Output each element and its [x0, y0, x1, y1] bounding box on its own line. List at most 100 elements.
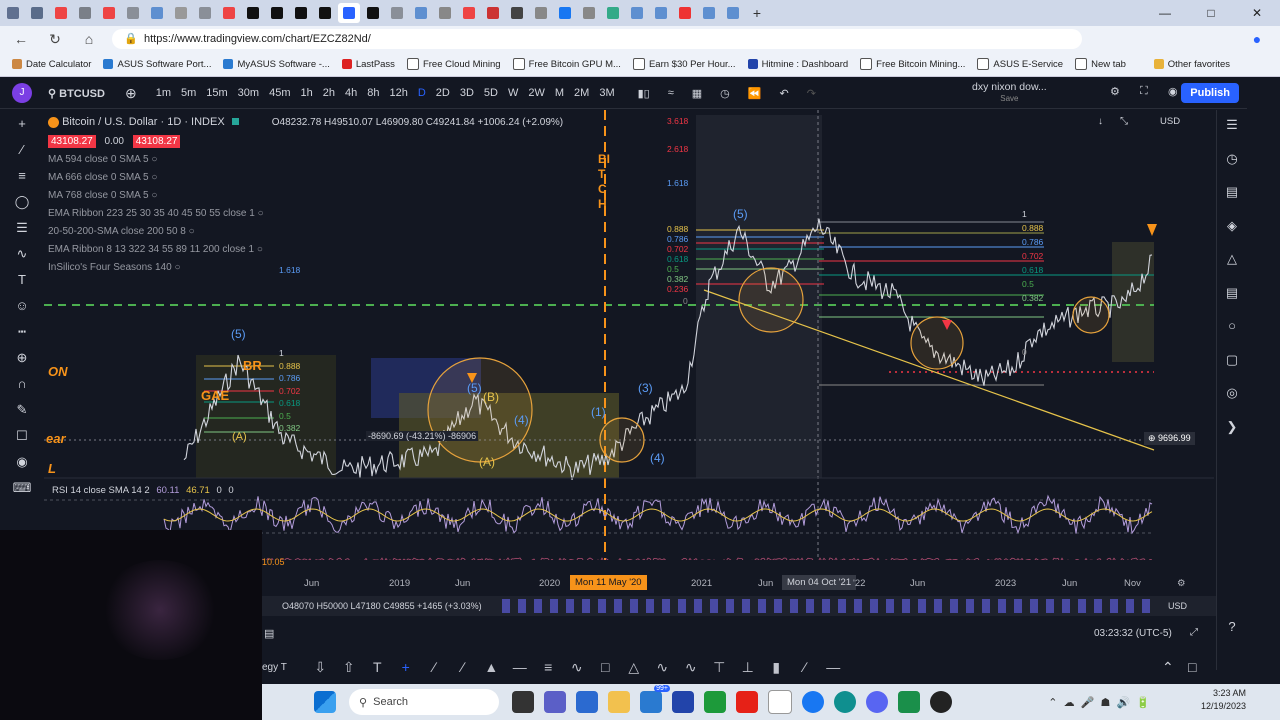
- range-icon[interactable]: ⊤: [705, 659, 734, 676]
- bookmark[interactable]: Earn $30 Per Hour...: [632, 58, 736, 70]
- tab-icon[interactable]: [698, 3, 720, 23]
- alarm-clock-icon[interactable]: ◷: [1217, 144, 1247, 174]
- tab-icon[interactable]: [458, 3, 480, 23]
- hotlist-icon[interactable]: △: [1217, 244, 1247, 274]
- ruler-icon[interactable]: ┅: [10, 320, 34, 344]
- youtube-icon[interactable]: [736, 691, 758, 713]
- tab-icon[interactable]: [482, 3, 504, 23]
- xbox-icon[interactable]: [704, 691, 726, 713]
- facebook-icon[interactable]: [802, 691, 824, 713]
- layouts-icon[interactable]: ▦: [692, 87, 702, 100]
- tab-icon[interactable]: [218, 3, 240, 23]
- calendar-icon[interactable]: ▤: [264, 627, 274, 640]
- hidden-eye-icon[interactable]: ○: [151, 190, 157, 201]
- crosshair-expand-icon[interactable]: ⤡: [1120, 116, 1128, 127]
- tab-icon[interactable]: [410, 3, 432, 23]
- pen-app-icon[interactable]: [672, 691, 694, 713]
- reload-icon[interactable]: ↻: [42, 31, 68, 48]
- pattern-icon[interactable]: ◯: [10, 190, 34, 214]
- pattern-icon[interactable]: ∿: [648, 659, 677, 676]
- timeframe-8h[interactable]: 8h: [367, 87, 379, 99]
- window-icon[interactable]: □: [1188, 659, 1196, 675]
- taskbar-clock[interactable]: 3:23 AM 12/19/2023: [1201, 687, 1246, 713]
- indicator-row[interactable]: MA 594 close 0 SMA 5 ○: [48, 151, 563, 169]
- tab-icon[interactable]: [554, 3, 576, 23]
- tab-icon[interactable]: [578, 3, 600, 23]
- timeframe-1h[interactable]: 1h: [300, 87, 312, 99]
- tab-icon[interactable]: [26, 3, 48, 23]
- tab-icon[interactable]: [722, 3, 744, 23]
- hidden-eye-icon[interactable]: ○: [258, 208, 264, 219]
- tab-icon[interactable]: [314, 3, 336, 23]
- back-icon[interactable]: ←: [8, 31, 34, 47]
- timeframe-5m[interactable]: 5m: [181, 87, 196, 99]
- tab-icon[interactable]: [242, 3, 264, 23]
- discord-icon[interactable]: [866, 691, 888, 713]
- home-icon[interactable]: ⌂: [76, 31, 102, 47]
- plus-icon[interactable]: ⊕: [1148, 433, 1158, 443]
- crosshair-icon[interactable]: +: [392, 659, 421, 675]
- brush-icon[interactable]: ∿: [10, 242, 34, 266]
- magnet-icon[interactable]: ∩: [10, 372, 34, 396]
- expand-icon[interactable]: ⤢: [1190, 627, 1198, 638]
- eye-icon[interactable]: ◉: [10, 450, 34, 474]
- tab-icon[interactable]: [146, 3, 168, 23]
- tab-icon[interactable]: [170, 3, 192, 23]
- task-view-icon[interactable]: [512, 691, 534, 713]
- date-range-icon[interactable]: ⊥: [734, 659, 763, 676]
- hidden-eye-icon[interactable]: ○: [189, 226, 195, 237]
- publish-button[interactable]: Publish: [1181, 83, 1239, 103]
- calendar-icon[interactable]: ▤: [1217, 278, 1247, 308]
- crosshair-icon[interactable]: +: [10, 112, 34, 136]
- tab-icon[interactable]: [386, 3, 408, 23]
- taskbar-search[interactable]: ⚲ Search: [349, 689, 499, 715]
- hidden-eye-icon[interactable]: ○: [257, 244, 263, 255]
- app-icon[interactable]: [898, 691, 920, 713]
- timeframe-1m[interactable]: 1m: [156, 87, 171, 99]
- tab-icon[interactable]: [266, 3, 288, 23]
- data-window-icon[interactable]: ▤: [1217, 177, 1247, 207]
- tab-icon[interactable]: [290, 3, 312, 23]
- undo-icon[interactable]: ↶: [779, 87, 788, 100]
- indicator-row[interactable]: InSilico's Four Seasons 140 ○: [48, 259, 563, 277]
- hidden-eye-icon[interactable]: ○: [151, 154, 157, 165]
- fib-icon[interactable]: ≡: [534, 659, 563, 675]
- timeframe-2w[interactable]: 2W: [528, 87, 545, 99]
- rectangle-icon[interactable]: □: [591, 659, 620, 675]
- indicator-row[interactable]: MA 666 close 0 SMA 5 ○: [48, 169, 563, 187]
- redo-icon[interactable]: ↷: [807, 87, 816, 100]
- lock-drawing-icon[interactable]: ✎: [10, 398, 34, 422]
- folder-icon[interactable]: [608, 691, 630, 713]
- bookmark[interactable]: ASUS E-Service: [977, 58, 1063, 70]
- hline-icon[interactable]: —: [506, 659, 535, 675]
- bookmark[interactable]: ASUS Software Port...: [103, 59, 211, 70]
- tab-icon[interactable]: [650, 3, 672, 23]
- symbol-search[interactable]: ⚲ BTCUSD: [48, 87, 105, 100]
- timeframe-12h[interactable]: 12h: [389, 87, 407, 99]
- timeframe-3d[interactable]: 3D: [460, 87, 474, 99]
- path-icon[interactable]: ∿: [563, 659, 592, 676]
- streams-icon[interactable]: ◎: [1217, 378, 1247, 408]
- text-icon[interactable]: T: [10, 268, 34, 292]
- alarm-icon[interactable]: ↓: [1098, 116, 1103, 127]
- zoom-icon[interactable]: ⊕: [10, 346, 34, 370]
- timeframe-2m[interactable]: 2M: [574, 87, 589, 99]
- other-favorites[interactable]: Other favorites: [1153, 59, 1230, 70]
- minimize-icon[interactable]: —: [1142, 0, 1188, 26]
- timeframe-d[interactable]: D: [418, 87, 426, 99]
- indicator-row[interactable]: EMA Ribbon 8 13 322 34 55 89 11 200 clos…: [48, 241, 563, 259]
- brush-icon[interactable]: ∕: [791, 659, 820, 675]
- tab-icon[interactable]: [506, 3, 528, 23]
- arrow-down-icon[interactable]: ⇩: [306, 659, 335, 676]
- prediction-icon[interactable]: ☰: [10, 216, 34, 240]
- wikipedia-icon[interactable]: [768, 690, 792, 714]
- timeframe-15m[interactable]: 15m: [206, 87, 227, 99]
- indicator-row[interactable]: MA 768 close 0 SMA 5 ○: [48, 187, 563, 205]
- layout-name[interactable]: dxy nixon dow... Save: [972, 81, 1047, 105]
- collapse-icon[interactable]: ⌃: [1162, 659, 1174, 676]
- timeframe-5d[interactable]: 5D: [484, 87, 498, 99]
- tab-icon[interactable]: [530, 3, 552, 23]
- line-icon[interactable]: ∕: [420, 659, 449, 675]
- wave-icon[interactable]: ∿: [677, 659, 706, 676]
- tab-icon[interactable]: [602, 3, 624, 23]
